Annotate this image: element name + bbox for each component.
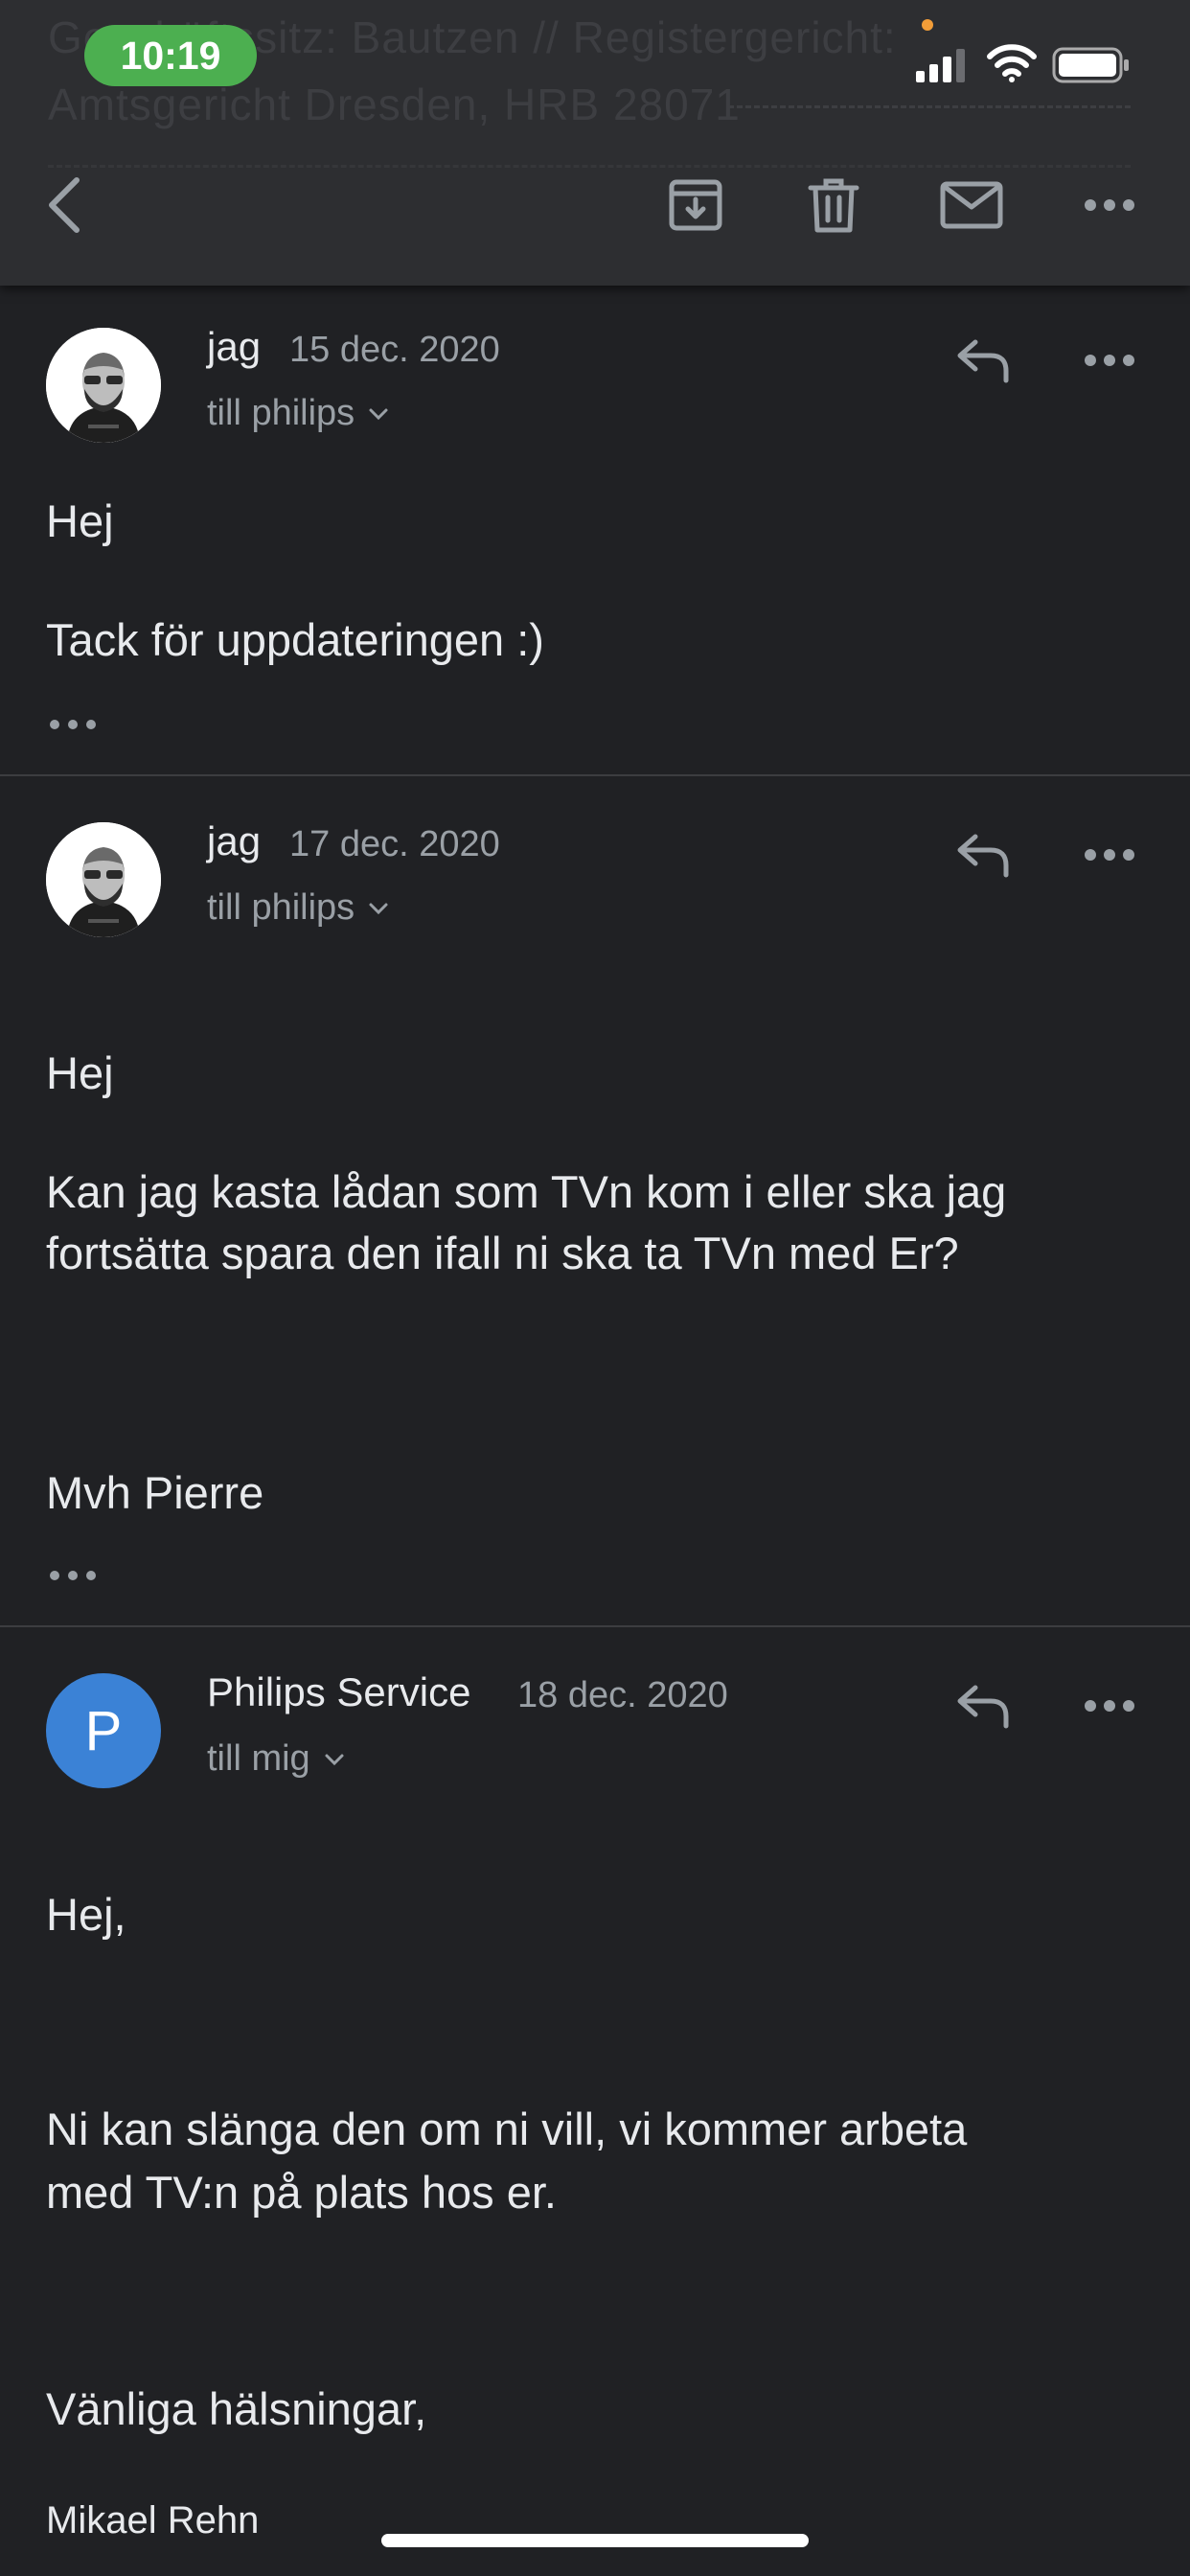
message-body-line: Hej, (46, 1889, 126, 1940)
message-more-button[interactable] (1071, 1669, 1148, 1746)
home-indicator[interactable] (381, 2534, 809, 2547)
background-divider (48, 165, 1131, 168)
sender-name: Philips Service (207, 1669, 471, 1714)
show-trimmed-content-button[interactable] (48, 713, 105, 736)
reply-icon (954, 1682, 1012, 1735)
recipient-details[interactable]: till philips (207, 393, 389, 434)
message-divider (0, 1625, 1190, 1627)
message-date: 17 dec. 2020 (289, 824, 500, 864)
message-signature: Mikael Rehn (46, 2499, 260, 2542)
background-header-line2: Amtsgericht Dresden, HRB 28071 (48, 80, 741, 129)
mark-unread-button[interactable] (933, 169, 1010, 245)
message-body-line: Ni kan slänga den om ni vill, vi kommer … (46, 2104, 968, 2154)
reply-button[interactable] (945, 324, 1021, 401)
avatar[interactable]: P (46, 1673, 161, 1788)
recipient-details[interactable]: till philips (207, 887, 389, 929)
battery-icon (1052, 46, 1131, 89)
recipient-label: till mig (207, 1738, 310, 1779)
more-horizontal-icon (1083, 1698, 1136, 1718)
message-more-button[interactable] (1071, 324, 1148, 401)
avatar[interactable] (46, 328, 161, 443)
archive-icon (667, 176, 724, 239)
sender-name: jag (207, 324, 262, 369)
avatar[interactable] (46, 822, 161, 937)
message-body-line: Vänliga hälsningar, (46, 2383, 427, 2434)
message-divider (0, 774, 1190, 776)
status-time: 10:19 (84, 25, 257, 86)
back-button[interactable] (25, 169, 102, 245)
message-body-line: Mvh Pierre (46, 1467, 264, 1518)
more-horizontal-icon (1083, 197, 1136, 218)
show-trimmed-content-button[interactable] (48, 1564, 105, 1587)
recipient-label: till philips (207, 887, 355, 928)
more-horizontal-icon (1083, 353, 1136, 373)
cellular-signal-icon (914, 48, 968, 87)
message-body-line: med TV:n på plats hos er. (46, 2167, 557, 2218)
message-body-line: fortsätta spara den ifall ni ska ta TVn … (46, 1228, 959, 1278)
recipient-details[interactable]: till mig (207, 1738, 345, 1780)
message-body-line: Hej (46, 495, 114, 546)
mic-indicator-dot (922, 19, 933, 31)
message-body-line: Tack för uppdateringen :) (46, 614, 544, 665)
reply-icon (954, 831, 1012, 884)
reply-button[interactable] (945, 1669, 1021, 1746)
reply-button[interactable] (945, 818, 1021, 895)
trash-icon (807, 176, 860, 239)
message-body-line: Hej (46, 1047, 114, 1098)
chevron-down-icon (368, 902, 389, 915)
background-divider (728, 105, 1131, 108)
delete-button[interactable] (795, 169, 872, 245)
wifi-icon (987, 44, 1037, 87)
message-date: 18 dec. 2020 (517, 1675, 728, 1715)
chevron-down-icon (324, 1753, 345, 1766)
message-date: 15 dec. 2020 (289, 330, 500, 370)
top-app-bar: Geschäftssitz: Bautzen // Registergerich… (0, 0, 1190, 286)
more-horizontal-icon (1083, 847, 1136, 867)
archive-button[interactable] (657, 169, 734, 245)
chevron-left-icon (42, 174, 84, 241)
mail-icon (940, 181, 1003, 234)
recipient-label: till philips (207, 393, 355, 433)
message-body-line: Kan jag kasta lådan som TVn kom i eller … (46, 1166, 1007, 1217)
sender-name: jag (207, 818, 262, 863)
reply-icon (954, 336, 1012, 389)
more-options-button[interactable] (1071, 169, 1148, 245)
message-more-button[interactable] (1071, 818, 1148, 895)
chevron-down-icon (368, 407, 389, 421)
